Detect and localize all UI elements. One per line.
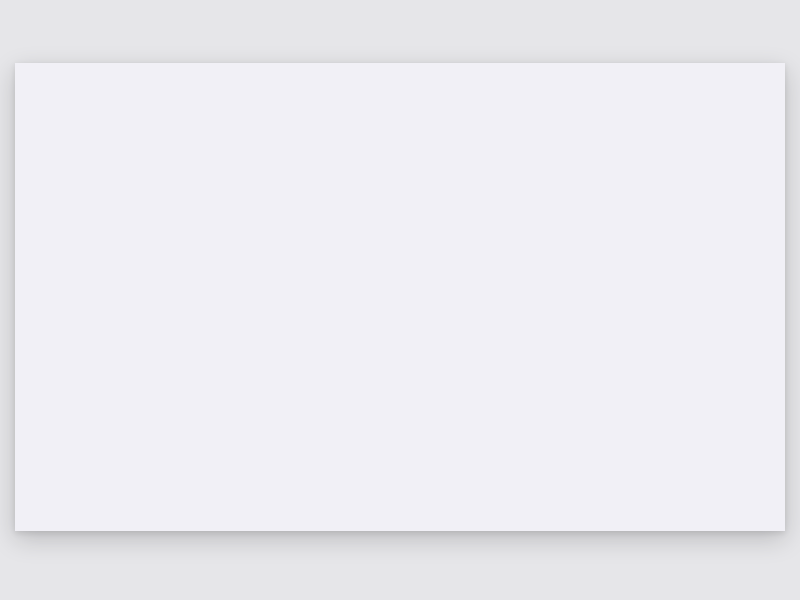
blank-panel [15,63,785,531]
